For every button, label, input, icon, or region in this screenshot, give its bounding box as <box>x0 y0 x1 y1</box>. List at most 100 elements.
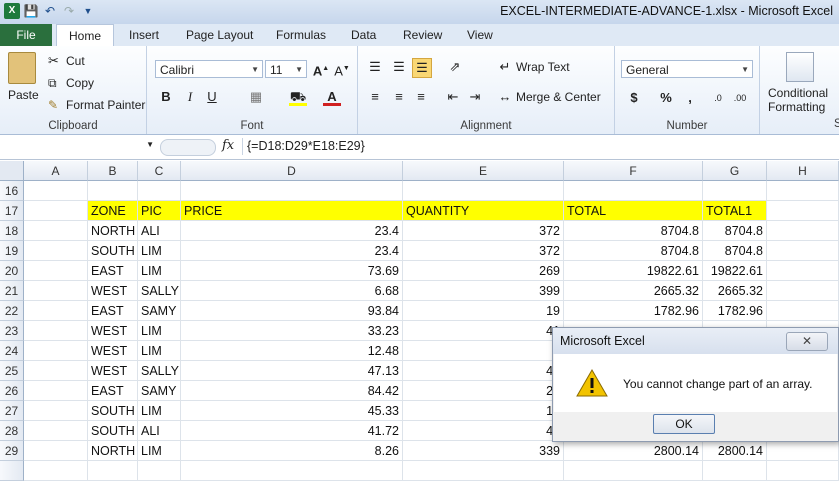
row-header[interactable] <box>0 461 24 481</box>
cell-a[interactable] <box>24 241 88 261</box>
italic-button[interactable]: I <box>181 88 199 106</box>
cell-price[interactable]: 8.26 <box>181 441 403 461</box>
cell-a[interactable] <box>24 421 88 441</box>
cell-zone[interactable]: WEST <box>88 361 138 381</box>
cell-price[interactable]: 23.4 <box>181 241 403 261</box>
column-label-zone[interactable]: ZONE <box>88 201 138 221</box>
cell-zone[interactable]: EAST <box>88 381 138 401</box>
cell-h[interactable] <box>767 461 839 481</box>
cell-a[interactable] <box>24 221 88 241</box>
column-header-d[interactable]: D <box>181 161 403 181</box>
insert-function-icon[interactable]: fx <box>222 138 234 153</box>
undo-icon[interactable]: ↶ <box>42 3 58 19</box>
cell-quantity[interactable]: 339 <box>403 441 564 461</box>
format-painter-button[interactable]: Format Painter <box>66 98 145 112</box>
cell-zone[interactable] <box>88 461 138 481</box>
cell-a[interactable] <box>24 261 88 281</box>
column-header-h[interactable]: H <box>767 161 839 181</box>
tab-home[interactable]: Home <box>56 24 114 48</box>
decrease-decimal-icon[interactable]: .00 <box>731 89 749 107</box>
cell-h[interactable] <box>767 241 839 261</box>
column-header-b[interactable]: B <box>88 161 138 181</box>
cell-pic[interactable]: LIM <box>138 321 181 341</box>
row-header[interactable]: 24 <box>0 341 24 361</box>
copy-button[interactable]: Copy <box>66 76 94 90</box>
cell-quantity[interactable]: 41 <box>403 321 564 341</box>
cell-quantity[interactable]: 43 <box>403 361 564 381</box>
cell-total[interactable]: 19822.61 <box>564 261 703 281</box>
cell-total[interactable] <box>564 181 703 201</box>
cell-a[interactable] <box>24 381 88 401</box>
percent-button[interactable]: % <box>657 89 675 107</box>
paste-button[interactable]: Paste <box>8 88 39 102</box>
cell-h[interactable] <box>767 201 839 221</box>
cell-quantity[interactable]: 372 <box>403 241 564 261</box>
tab-review[interactable]: Review <box>403 24 442 46</box>
row-header[interactable]: 22 <box>0 301 24 321</box>
redo-icon[interactable]: ↷ <box>61 3 77 19</box>
conditional-formatting-line2[interactable]: Formatting <box>768 100 825 114</box>
cell-price[interactable]: 47.13 <box>181 361 403 381</box>
row-header[interactable]: 16 <box>0 181 24 201</box>
column-header-c[interactable]: C <box>138 161 181 181</box>
cell-total1[interactable]: 8704.8 <box>703 221 767 241</box>
underline-button[interactable]: U <box>203 88 221 106</box>
tab-page-layout[interactable]: Page Layout <box>186 24 253 46</box>
cut-icon[interactable]: ✂ <box>48 53 59 69</box>
copy-icon[interactable]: ⧉ <box>48 76 57 91</box>
row-header[interactable]: 28 <box>0 421 24 441</box>
format-painter-icon[interactable]: ✎ <box>48 98 58 112</box>
formula-bar-splitter[interactable] <box>160 139 216 156</box>
cell-quantity[interactable]: 19 <box>403 301 564 321</box>
cell-pic[interactable]: LIM <box>138 261 181 281</box>
cell-a[interactable] <box>24 181 88 201</box>
column-label-total[interactable]: TOTAL <box>564 201 703 221</box>
cell-pic[interactable]: SAMY <box>138 301 181 321</box>
merge-center-icon[interactable]: ↔ <box>496 88 514 106</box>
row-header[interactable]: 19 <box>0 241 24 261</box>
cell-a[interactable] <box>24 441 88 461</box>
ok-button[interactable]: OK <box>653 414 715 434</box>
cell-pic[interactable]: ALI <box>138 221 181 241</box>
cell-quantity[interactable] <box>403 181 564 201</box>
row-header[interactable]: 27 <box>0 401 24 421</box>
cell-price[interactable]: 45.33 <box>181 401 403 421</box>
cell-a[interactable] <box>24 341 88 361</box>
paste-icon[interactable] <box>8 52 36 84</box>
row-header[interactable]: 21 <box>0 281 24 301</box>
cell-total[interactable]: 2800.14 <box>564 441 703 461</box>
conditional-formatting-line1[interactable]: Conditional <box>768 86 828 100</box>
cell-zone[interactable]: SOUTH <box>88 421 138 441</box>
cell-zone[interactable]: NORTH <box>88 441 138 461</box>
align-center-icon[interactable]: ≡ <box>390 88 408 106</box>
currency-button[interactable]: $ <box>625 89 643 107</box>
cell-h[interactable] <box>767 301 839 321</box>
cell-quantity[interactable]: 6 <box>403 341 564 361</box>
cell-zone[interactable]: WEST <box>88 321 138 341</box>
cell-pic[interactable]: LIM <box>138 401 181 421</box>
cell-total1[interactable] <box>703 181 767 201</box>
cell-total1[interactable]: 1782.96 <box>703 301 767 321</box>
cell-price[interactable]: 93.84 <box>181 301 403 321</box>
fill-color-icon[interactable]: ⛟ <box>289 88 307 106</box>
cell-a[interactable] <box>24 361 88 381</box>
cell-pic[interactable]: ALI <box>138 421 181 441</box>
cell-pic[interactable] <box>138 181 181 201</box>
cell-price[interactable]: 84.42 <box>181 381 403 401</box>
font-color-icon[interactable]: A <box>323 88 341 106</box>
cell-total[interactable]: 1782.96 <box>564 301 703 321</box>
customize-toolbar-icon[interactable]: ▼ <box>80 3 96 19</box>
close-icon[interactable]: ✕ <box>786 332 828 351</box>
align-right-icon[interactable]: ≡ <box>412 88 430 106</box>
cell-pic[interactable]: LIM <box>138 341 181 361</box>
column-header-f[interactable]: F <box>564 161 703 181</box>
cell-pic[interactable]: SAMY <box>138 381 181 401</box>
cell-a[interactable] <box>24 321 88 341</box>
cell-a[interactable] <box>24 401 88 421</box>
save-icon[interactable]: 💾 <box>23 3 39 19</box>
cell-h[interactable] <box>767 281 839 301</box>
row-header[interactable]: 18 <box>0 221 24 241</box>
cell-quantity[interactable]: 41 <box>403 421 564 441</box>
cell-a[interactable] <box>24 281 88 301</box>
row-header[interactable]: 17 <box>0 201 24 221</box>
